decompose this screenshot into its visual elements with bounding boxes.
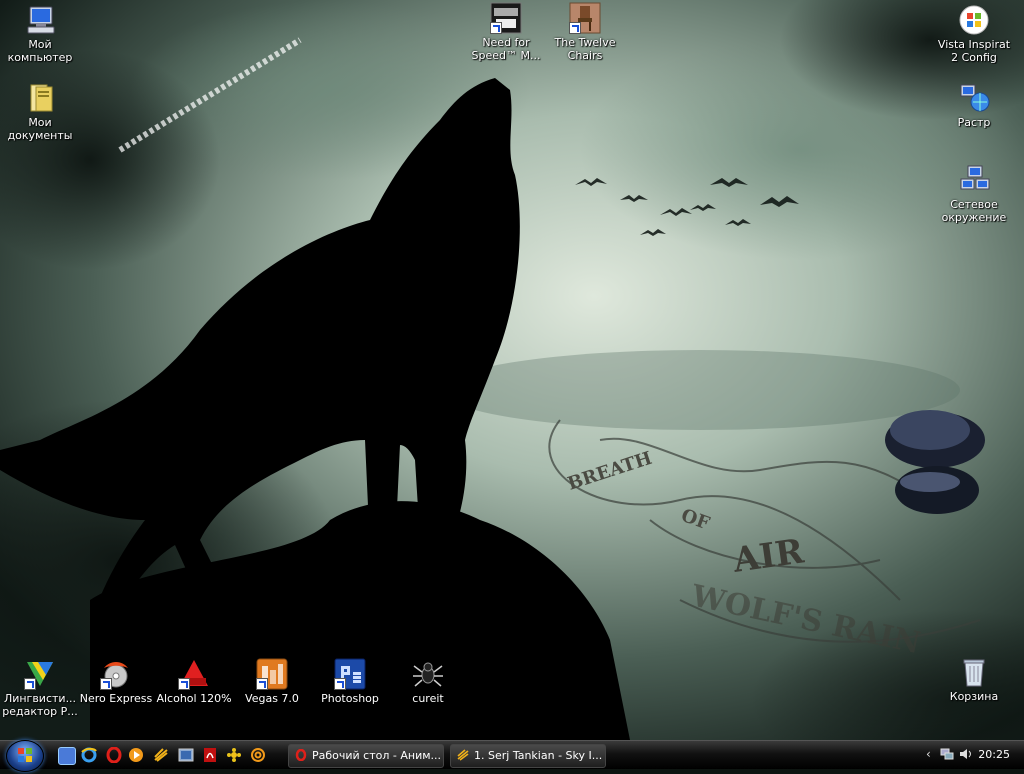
desktop-icon-lingvo[interactable]: Лингвисти... редактор Р...: [0, 658, 80, 718]
winamp-icon: [154, 748, 168, 762]
desktop-icon-network-places[interactable]: Сетевое окружение: [934, 164, 1014, 224]
nero-icon: [100, 658, 132, 690]
spider-icon: [412, 658, 444, 690]
windows-logo-icon: [18, 748, 32, 762]
start-button[interactable]: [6, 740, 44, 772]
desktop-icon-label: Растр: [957, 116, 991, 129]
opera-icon: [106, 746, 122, 764]
quick-launch-ie[interactable]: [81, 747, 97, 763]
tray-network-icon[interactable]: [940, 747, 954, 761]
desktop-icon-label: cureit: [412, 692, 444, 705]
desktop-icon-label: Сетевое окружение: [941, 198, 1007, 224]
network-globe-icon: [958, 82, 990, 114]
desktop-icon-twelve-chairs[interactable]: The Twelve Chairs: [545, 2, 625, 62]
mail-icon: [251, 748, 265, 762]
shortcut-arrow-icon: [490, 22, 502, 34]
shortcut-arrow-icon: [24, 678, 36, 690]
quick-launch-opera[interactable]: [106, 746, 122, 764]
desktop-icon-label: Лингвисти... редактор Р...: [2, 692, 78, 718]
shortcut-arrow-icon: [178, 678, 190, 690]
vegas-icon: [256, 658, 288, 690]
desktop-icon-photoshop[interactable]: Photoshop: [310, 658, 390, 705]
computer-icon: [24, 4, 56, 36]
acrobat-icon: [204, 748, 216, 762]
quick-launch-explorer[interactable]: [178, 747, 194, 763]
quick-launch-media-player[interactable]: [128, 747, 144, 763]
chair-icon: [569, 2, 601, 34]
desktop-icon-label: Vegas 7.0: [245, 692, 299, 705]
desktop-icon-label: Need for Speed™ M...: [471, 36, 541, 62]
quick-launch-acrobat[interactable]: [202, 747, 218, 763]
desktop-icon-my-documents[interactable]: Мои документы: [0, 82, 80, 142]
taskbar: Рабочий стол - Аним... 1. Serj Tankian -…: [0, 740, 1024, 772]
desktop-icon-label: Корзина: [949, 690, 999, 703]
windows-logo-icon: [958, 4, 990, 36]
quick-launch-winamp[interactable]: [153, 747, 169, 763]
alcohol-icon: [178, 658, 210, 690]
lingvo-icon: [24, 658, 56, 690]
taskbar-button-opera-window[interactable]: Рабочий стол - Аним...: [288, 744, 444, 768]
media-player-icon: [129, 748, 143, 762]
shortcut-arrow-icon: [569, 22, 581, 34]
desktop-icon-label: Photoshop: [321, 692, 379, 705]
winamp-icon: [457, 749, 469, 761]
desktop-icon-label: Nero Express: [79, 692, 153, 705]
photoshop-icon: [334, 658, 366, 690]
desktop-icon-need-for-speed[interactable]: Need for Speed™ M...: [466, 2, 546, 62]
recycle-bin-icon: [958, 656, 990, 688]
network-places-icon: [958, 164, 990, 196]
desktop-icon-label: Alcohol 120%: [156, 692, 232, 705]
clock[interactable]: 20:25: [978, 748, 1010, 761]
tray-volume-icon[interactable]: [958, 747, 972, 761]
quick-launch-mail[interactable]: [250, 747, 266, 763]
task-label: 1. Serj Tankian - Sky I...: [474, 749, 603, 762]
desktop-icon-my-computer[interactable]: Мой компьютер: [0, 4, 80, 64]
desktop-icon-label: Мой компьютер: [7, 38, 73, 64]
desktop-icon-cureit[interactable]: cureit: [388, 658, 468, 705]
wallpaper: BREATH OF AIR WOLF'S RAIN: [0, 0, 1024, 740]
desktop-icon-recycle-bin[interactable]: Корзина: [934, 656, 1014, 703]
shortcut-arrow-icon: [334, 678, 346, 690]
ie-icon: [81, 747, 97, 763]
desktop-icon-label: Vista Inspirat 2 Config: [937, 38, 1011, 64]
tray-expand-chevron-icon[interactable]: ‹: [926, 747, 931, 761]
shortcut-arrow-icon: [100, 678, 112, 690]
quick-launch-icq[interactable]: [226, 747, 242, 763]
desktop-icon-rastr[interactable]: Растр: [934, 82, 1014, 129]
shortcut-arrow-icon: [256, 678, 268, 690]
system-tray: ‹ 20:25: [924, 741, 1024, 769]
opera-icon: [295, 749, 307, 761]
icq-icon: [227, 748, 241, 762]
desktop-icon-vegas[interactable]: Vegas 7.0: [232, 658, 312, 705]
taskbar-button-winamp-window[interactable]: 1. Serj Tankian - Sky I...: [450, 744, 606, 768]
desktop-icon-label: The Twelve Chairs: [554, 36, 616, 62]
quick-launch-show-desktop[interactable]: [58, 747, 76, 765]
task-label: Рабочий стол - Аним...: [312, 749, 442, 762]
explorer-icon: [178, 748, 194, 762]
desktop-icon-nero-express[interactable]: Nero Express: [76, 658, 156, 705]
nfs-game-icon: [490, 2, 522, 34]
desktop-icon-alcohol[interactable]: Alcohol 120%: [154, 658, 234, 705]
desktop-icon-label: Мои документы: [7, 116, 73, 142]
desktop-icon-vista-inspirat[interactable]: Vista Inspirat 2 Config: [934, 4, 1014, 64]
documents-folder-icon: [24, 82, 56, 114]
